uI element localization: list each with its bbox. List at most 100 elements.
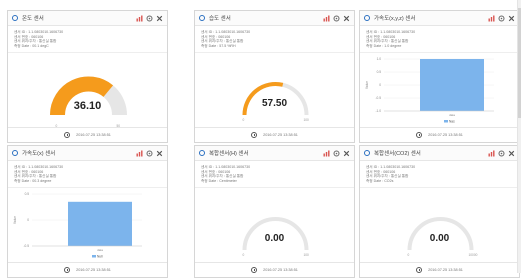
- sensor-info: 센서 ID : 1.1.0803010.1606730 센서 번호 : 06010…: [8, 161, 167, 188]
- close-icon[interactable]: [343, 15, 350, 22]
- gauge-area: 0.00 0 100: [195, 188, 354, 262]
- gauge-value: 57.50: [261, 98, 288, 109]
- y-tick-label: 0.5: [25, 192, 30, 196]
- settings-gear-icon[interactable]: [333, 150, 340, 157]
- panel-timestamp: 2016.07.25 13:38:51: [428, 268, 463, 272]
- close-icon[interactable]: [343, 150, 350, 157]
- sensor-info-line: 측정 Date : CO2s: [366, 178, 394, 183]
- y-tick-label: -0.5: [376, 96, 382, 100]
- sensor-info-line: 측정 Date : 1.0 degree: [366, 43, 402, 48]
- gauge-max-label: 10000: [468, 253, 478, 257]
- gauge-max-label: 100: [303, 253, 309, 257]
- close-icon[interactable]: [156, 150, 163, 157]
- chart-toggle-icon[interactable]: [488, 150, 495, 157]
- panel-footer: 2016.07.25 13:38:51: [195, 127, 354, 142]
- panel-title: 가속도(x) 센서: [22, 151, 56, 157]
- y-tick-label: 0: [379, 83, 381, 87]
- y-axis-label: Value: [365, 81, 369, 89]
- sensor-info-line: 측정 Date : Centimeter: [201, 178, 237, 183]
- clock-icon: [64, 132, 71, 138]
- sensor-panel: 가속도(x) 센서센서 ID : 1.1.0803010.1606730 센서 번…: [7, 145, 168, 278]
- panel-timestamp: 2016.07.25 13:38:51: [76, 268, 111, 272]
- gauge-area: 0.00 0 10000: [360, 188, 519, 262]
- sensor-circle-icon: [364, 15, 370, 21]
- gauge-value: 0.00: [264, 233, 285, 244]
- vertical-scrollbar[interactable]: [517, 0, 521, 273]
- settings-gear-icon[interactable]: [146, 15, 153, 22]
- settings-gear-icon[interactable]: [146, 150, 153, 157]
- bar-mark: [68, 201, 132, 246]
- panel-timestamp: 2016.07.25 13:38:51: [263, 268, 298, 272]
- panel-footer: 2016.07.25 13:38:51: [360, 127, 519, 142]
- sensor-circle-icon: [12, 15, 18, 21]
- sensor-info: 센서 ID : 1.1.0803010.1606730 센서 번호 : 06010…: [195, 26, 354, 53]
- legend-label[interactable]: Null: [97, 254, 103, 258]
- panel-footer: 2016.07.25 13:38:51: [360, 262, 519, 277]
- sensor-panel: 습도 센서센서 ID : 1.1.0803010.1606730 센서 번호 : …: [194, 10, 355, 143]
- sensor-panel: 온도 센서 센서 ID : 1.1.0803010.1606730 센서 번호 : …: [7, 10, 168, 143]
- gauge-chart: [242, 217, 309, 251]
- panel-timestamp: 2016.07.25 13:38:51: [263, 133, 298, 137]
- sensor-info: 센서 ID : 1.1.0803010.1606730 센서 번호 : 06010…: [8, 26, 167, 53]
- panel-footer: 2016.07.25 13:38:51: [195, 262, 354, 277]
- panel-header: 가속도(x) 센서: [8, 146, 167, 161]
- gauge-min-label: 0: [242, 118, 245, 122]
- gauge-area: 36.10 0 50: [8, 53, 167, 128]
- y-tick-label: 0.5: [377, 70, 382, 74]
- sensor-info-line: 측정 Date : 57.5 %RH: [201, 43, 236, 48]
- panel-title: 습도 센서: [209, 16, 231, 22]
- sensor-info: 센서 ID : 1.1.0803010.1606730 센서 번호 : 06010…: [360, 26, 519, 53]
- chart-area: 1.0 0.5 0 -0.5 -1.0 Value data Nas: [360, 53, 519, 127]
- sensor-info-line: 측정 Date : 00.1 degC: [14, 43, 49, 48]
- chart-toggle-icon[interactable]: [136, 15, 143, 22]
- close-icon[interactable]: [508, 150, 515, 157]
- sensor-dashboard: 온도 센서 센서 ID : 1.1.0803010.1606730 센서 번호 : …: [0, 0, 521, 278]
- gauge-chart: [242, 82, 309, 116]
- y-axis-label: Value: [13, 216, 17, 224]
- clock-icon: [64, 267, 71, 273]
- gauge-max-label: 50: [116, 124, 121, 128]
- sensor-panel: 복합센서(CO2) 센서 센서 ID : 1.1.0803010.1606730 센…: [359, 145, 520, 278]
- sensor-circle-icon: [12, 150, 18, 156]
- chart-toggle-icon[interactable]: [488, 15, 495, 22]
- chart-area: 0.5 0 -0.5 Value data Null: [8, 188, 167, 262]
- gauge-value: 36.10: [73, 100, 102, 112]
- gauge-max-label: 100: [303, 118, 309, 122]
- chart-toggle-icon[interactable]: [136, 150, 143, 157]
- gauge-value: 0.00: [429, 233, 450, 244]
- clock-icon: [416, 132, 423, 138]
- y-tick-label: -1.0: [376, 109, 382, 113]
- legend-label[interactable]: Nas: [449, 119, 455, 123]
- sensor-panel: 가속도(x,y,z) 센서센서 ID : 1.1.0803010.1606730…: [359, 10, 520, 143]
- bar-chart: 1.0 0.5 0 -0.5 -1.0 Value data Nas: [365, 57, 494, 123]
- settings-gear-icon[interactable]: [498, 15, 505, 22]
- panel-footer: 2016.07.25 13:38:51: [8, 127, 167, 142]
- panel-header: 복합센서(H) 센서: [195, 146, 354, 161]
- y-tick-label: 1.0: [377, 57, 382, 61]
- gauge-area: 57.50 0 100: [195, 53, 354, 127]
- legend-swatch: [92, 255, 96, 258]
- sensor-circle-icon: [199, 150, 205, 156]
- close-icon[interactable]: [508, 15, 515, 22]
- x-category-label: data: [97, 248, 103, 252]
- gauge-min-label: 0: [55, 124, 58, 128]
- sensor-circle-icon: [199, 15, 205, 21]
- clock-icon: [251, 267, 258, 273]
- panel-footer: 2016.07.25 13:38:51: [8, 262, 167, 277]
- panel-title: 가속도(x,y,z) 센서: [374, 16, 416, 22]
- gauge-chart: [407, 217, 474, 251]
- bar-chart: 0.5 0 -0.5 Value data Null: [13, 192, 142, 258]
- panel-timestamp: 2016.07.25 13:38:51: [76, 133, 111, 137]
- panel-timestamp: 2016.07.25 13:38:51: [428, 133, 463, 137]
- settings-gear-icon[interactable]: [333, 15, 340, 22]
- sensor-info-line: 측정 Date : 00.3 degree: [14, 178, 52, 183]
- chart-toggle-icon[interactable]: [323, 15, 330, 22]
- panel-header: 복합센서(CO2) 센서: [360, 146, 519, 161]
- panel-title: 복합센서(H) 센서: [209, 151, 249, 157]
- gauge-min-label: 0: [407, 253, 410, 257]
- settings-gear-icon[interactable]: [498, 150, 505, 157]
- chart-toggle-icon[interactable]: [323, 150, 330, 157]
- close-icon[interactable]: [156, 15, 163, 22]
- sensor-panel: 복합센서(H) 센서 센서 ID : 1.1.0803010.1606730 센서 …: [194, 145, 355, 278]
- panel-header: 온도 센서: [8, 11, 167, 26]
